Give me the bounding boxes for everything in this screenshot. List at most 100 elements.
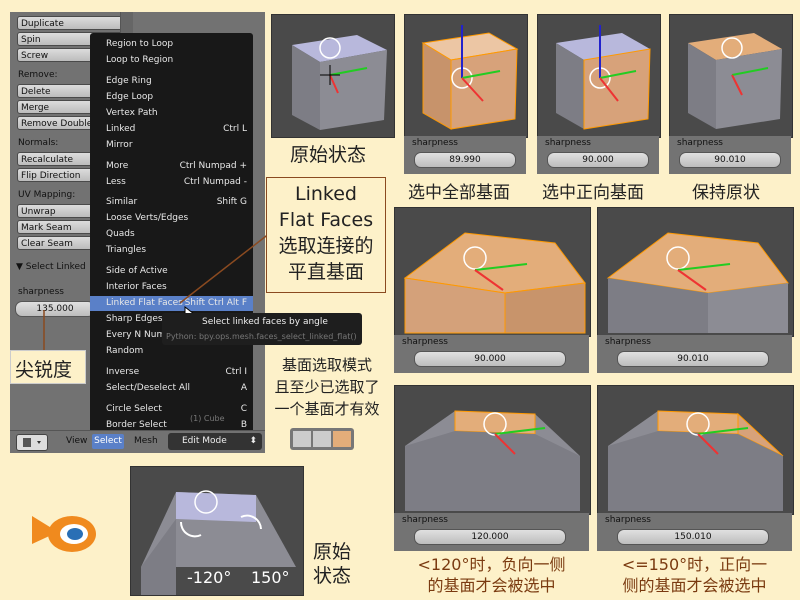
sharpness-field[interactable]: 90.010 — [679, 152, 781, 168]
cube-front-selected — [556, 25, 651, 130]
sharpness-label: sharpness — [18, 287, 64, 297]
uv-mapping-label: UV Mapping: — [18, 190, 76, 200]
face-select-icon[interactable] — [333, 431, 351, 447]
viewport-89990 — [404, 14, 528, 138]
caption-150-line-1: <=150°时，正向一 — [621, 555, 768, 574]
sharpness-label: sharpness — [545, 138, 591, 148]
mesh-menu[interactable]: Mesh — [134, 436, 158, 446]
sharpness-field[interactable]: 120.000 — [414, 529, 566, 545]
sharpness-field[interactable]: 150.010 — [617, 529, 769, 545]
menu-item-label: More — [106, 161, 129, 171]
menu-item-label: Select/Deselect All — [106, 383, 191, 393]
sharpness-field[interactable]: 90.000 — [414, 351, 566, 367]
menu-item[interactable]: Edge Ring — [90, 74, 253, 89]
trapezoid-top-selected — [606, 232, 789, 333]
menu-item[interactable]: Less Ctrl Numpad - — [90, 175, 253, 190]
caption-150: <=150°时，正向一 侧的基面才会被选中 — [592, 554, 797, 596]
menu-item-label: Inverse — [106, 367, 140, 377]
menu-item-label: Loop to Region — [106, 55, 174, 65]
menu-item-label: Edge Loop — [106, 92, 154, 102]
menu-item[interactable]: Edge Loop — [90, 90, 253, 105]
viewport-trap-120000 — [394, 385, 591, 515]
viewport-original — [271, 14, 395, 138]
edge-select-icon[interactable] — [313, 431, 331, 447]
normals-label: Normals: — [18, 138, 59, 148]
cube-unchanged — [688, 33, 782, 129]
sharpness-panel-trap-90010: sharpness 90.010 — [597, 335, 792, 373]
sharpness-field[interactable]: 89.990 — [414, 152, 516, 168]
menu-item[interactable]: More Ctrl Numpad + — [90, 159, 253, 174]
select-mode-buttons — [290, 428, 354, 450]
menu-item[interactable]: Circle Select C — [90, 402, 253, 417]
menu-item-label: Every N Num — [106, 330, 166, 340]
menu-item-linked-flat-faces[interactable]: Linked Flat Faces Shift Ctrl Alt F — [90, 296, 253, 311]
editor-type-button[interactable] — [16, 434, 48, 451]
menu-item-label: Mirror — [106, 140, 133, 150]
sharpness-field[interactable]: 90.010 — [617, 351, 769, 367]
menu-item[interactable]: Select/Deselect All A — [90, 381, 253, 396]
caption-120-line-1: <120°时，负向一侧 — [417, 555, 566, 574]
select-menu-tab[interactable]: Select — [92, 434, 124, 449]
bottom-caption: 原始 状态 — [304, 540, 360, 588]
bottom-caption-line-1: 原始 — [312, 541, 351, 563]
menu-item[interactable]: Loose Verts/Edges — [90, 211, 253, 226]
duplicate-button[interactable]: Duplicate — [17, 16, 127, 30]
caption-150-line-2: 侧的基面才会被选中 — [622, 576, 767, 595]
view-menu[interactable]: View — [66, 436, 87, 446]
sharpness-panel-trap-90000: sharpness 90.000 — [394, 335, 589, 373]
chevron-updown-icon: ⬍ — [249, 436, 257, 446]
sharpness-value: 90.010 — [714, 155, 746, 165]
trapezoid-original: -120° 150° — [141, 490, 296, 595]
menu-item-label: Edge Ring — [106, 76, 152, 86]
mode-note-line-2: 且至少已选取了 — [274, 378, 380, 396]
caption-all-faces: 选中全部基面 — [408, 183, 510, 203]
menu-item[interactable]: Random — [90, 344, 253, 359]
cube-all-selected — [421, 25, 519, 130]
menu-item[interactable]: Loop to Region — [90, 53, 253, 68]
sharpness-field[interactable]: 90.000 — [547, 152, 649, 168]
caption-front-faces: 选中正向基面 — [542, 183, 644, 203]
menu-item-shortcut: Ctrl L — [223, 124, 247, 134]
menu-item[interactable]: Mirror — [90, 138, 253, 153]
menu-item[interactable]: Inverse Ctrl I — [90, 365, 253, 380]
caption-120: <120°时，负向一侧 的基面才会被选中 — [389, 554, 594, 596]
menu-item[interactable]: Similar Shift G — [90, 195, 253, 210]
sharpness-label: sharpness — [605, 337, 651, 347]
menu-item[interactable]: Triangles — [90, 243, 253, 258]
menu-item-label: Linked — [106, 124, 136, 134]
viewport-90000 — [537, 14, 661, 138]
trapezoid-150 — [608, 410, 784, 511]
sharpness-label: sharpness — [402, 515, 448, 525]
viewport-trap-90000 — [394, 207, 591, 337]
menu-item-shortcut: Ctrl Numpad - — [183, 177, 247, 187]
menu-item-label: Interior Faces — [106, 282, 167, 292]
menu-item-label: Similar — [106, 197, 138, 207]
menu-item[interactable]: Quads — [90, 227, 253, 242]
sharpness-annotation: 尖锐度 — [15, 359, 73, 381]
title-line-1: Linked — [295, 183, 357, 205]
menu-item-label: Triangles — [106, 245, 147, 255]
edit-mode-dropdown[interactable]: Edit Mode ⬍ — [168, 433, 262, 450]
menu-item-label: Linked Flat Faces — [106, 298, 183, 308]
caption-unchanged: 保持原状 — [692, 183, 760, 203]
trapezoid-selected — [403, 232, 586, 334]
sharpness-field[interactable]: 135.000 — [15, 301, 95, 317]
viewport-bottom-original: -120° 150° — [130, 466, 304, 596]
select-linked-section[interactable]: ▼ Select Linked — [16, 262, 86, 272]
menu-item[interactable]: Linked Ctrl L — [90, 122, 253, 137]
linked-flat-faces-box: Linked Flat Faces 选取连接的 平直基面 — [266, 177, 386, 293]
menu-item[interactable]: Interior Faces — [90, 280, 253, 295]
menu-item[interactable]: Side of Active — [90, 264, 253, 279]
edit-mode-label: Edit Mode — [182, 436, 227, 446]
menu-item[interactable]: Vertex Path — [90, 106, 253, 121]
tooltip-title: Select linked faces by angle — [202, 317, 328, 327]
menu-item-label: Circle Select — [106, 404, 162, 414]
select-menu: Region to Loop Loop to Region Edge Ring … — [90, 33, 253, 435]
vertex-select-icon[interactable] — [293, 431, 311, 447]
menu-item[interactable]: Region to Loop — [90, 37, 253, 52]
viewport-90010 — [669, 14, 793, 138]
sharpness-label: sharpness — [605, 515, 651, 525]
cube-label: (1) Cube — [190, 414, 225, 423]
mode-note: 基面选取模式 且至少已选取了 一个基面才有效 — [262, 354, 392, 420]
original-caption: 原始状态 — [290, 144, 367, 166]
